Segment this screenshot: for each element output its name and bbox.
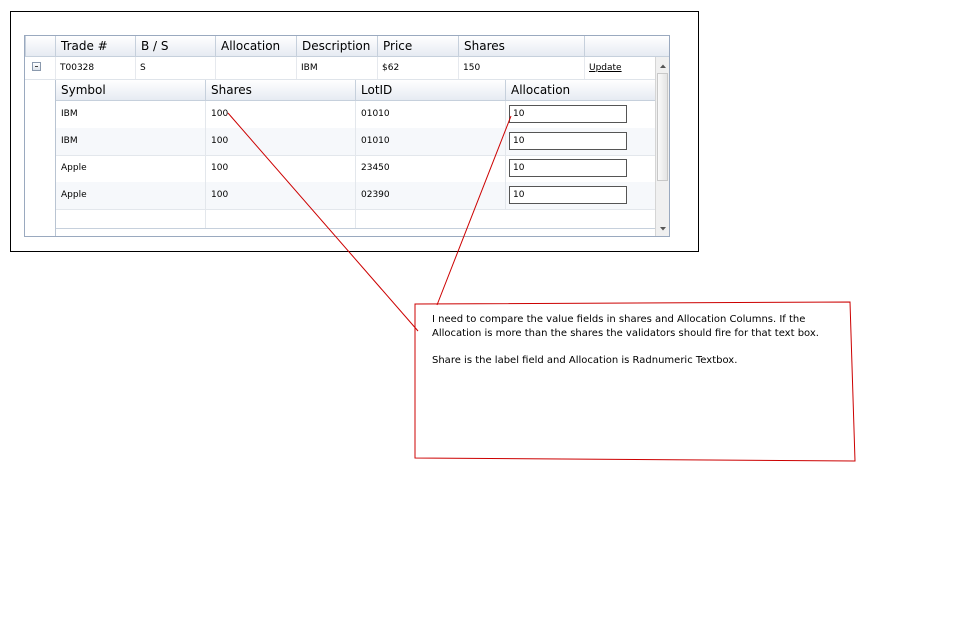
header-trade[interactable]: Trade # (55, 36, 135, 56)
row-shares: 100 (205, 101, 355, 128)
header-action (584, 36, 669, 56)
master-grid: Trade # B / S Allocation Description Pri… (24, 35, 670, 237)
header-bs[interactable]: B / S (135, 36, 215, 56)
row-shares: 100 (205, 128, 355, 155)
header-expand-col (25, 36, 55, 56)
table-row: IBM 100 01010 (56, 128, 656, 156)
header-price[interactable]: Price (377, 36, 458, 56)
header-shares[interactable]: Shares (458, 36, 584, 56)
annotation-text: I need to compare the value fields in sh… (432, 313, 842, 381)
cell-shares: 150 (458, 57, 584, 79)
header-description[interactable]: Description (296, 36, 377, 56)
detail-header-allocation[interactable]: Allocation (505, 80, 656, 100)
cell-trade: T00328 (55, 57, 135, 79)
cell-price: $62 (377, 57, 458, 79)
row-lotid: 01010 (355, 101, 505, 128)
row-shares: 100 (205, 182, 355, 209)
cell-allocation (215, 57, 296, 79)
detail-header-lotid[interactable]: LotID (355, 80, 505, 100)
detail-header-shares[interactable]: Shares (205, 80, 355, 100)
row-empty-cell (355, 209, 656, 228)
master-header: Trade # B / S Allocation Description Pri… (25, 36, 669, 57)
row-shares: 100 (205, 155, 355, 182)
vertical-scrollbar[interactable] (655, 57, 669, 236)
master-row: T00328 S IBM $62 150 Update (25, 57, 655, 80)
annotation-line-1: I need to compare the value fields in sh… (432, 314, 819, 339)
row-lotid: 23450 (355, 155, 505, 182)
allocation-input[interactable] (509, 159, 627, 177)
scrollbar-thumb[interactable] (657, 73, 668, 181)
row-empty-cell (56, 209, 205, 228)
collapse-icon[interactable] (32, 62, 41, 71)
table-row: Apple 100 23450 (56, 155, 656, 183)
row-symbol: Apple (61, 163, 87, 173)
row-lotid: 01010 (355, 128, 505, 155)
annotation-note: I need to compare the value fields in sh… (415, 303, 856, 460)
row-symbol: Apple (61, 190, 87, 200)
table-row-empty (56, 209, 656, 229)
scroll-down-arrow-icon[interactable] (657, 220, 669, 233)
row-symbol: IBM (61, 136, 78, 146)
allocation-input[interactable] (509, 132, 627, 150)
update-link[interactable]: Update (584, 57, 655, 79)
detail-header-symbol[interactable]: Symbol (56, 80, 205, 100)
allocation-input[interactable] (509, 186, 627, 204)
cell-bs: S (135, 57, 215, 79)
detail-header: Symbol Shares LotID Allocation (56, 80, 656, 101)
allocation-input[interactable] (509, 105, 627, 123)
row-empty-cell (205, 209, 355, 228)
header-allocation[interactable]: Allocation (215, 36, 296, 56)
scroll-up-arrow-icon[interactable] (657, 58, 669, 71)
table-row: IBM 100 01010 (56, 101, 656, 129)
table-row: Apple 100 02390 (56, 182, 656, 210)
row-symbol: IBM (61, 109, 78, 119)
cell-description: IBM (296, 57, 377, 79)
row-lotid: 02390 (355, 182, 505, 209)
annotation-line-2: Share is the label field and Allocation … (432, 355, 738, 366)
detail-table: Symbol Shares LotID Allocation IBM 100 0… (55, 80, 656, 236)
